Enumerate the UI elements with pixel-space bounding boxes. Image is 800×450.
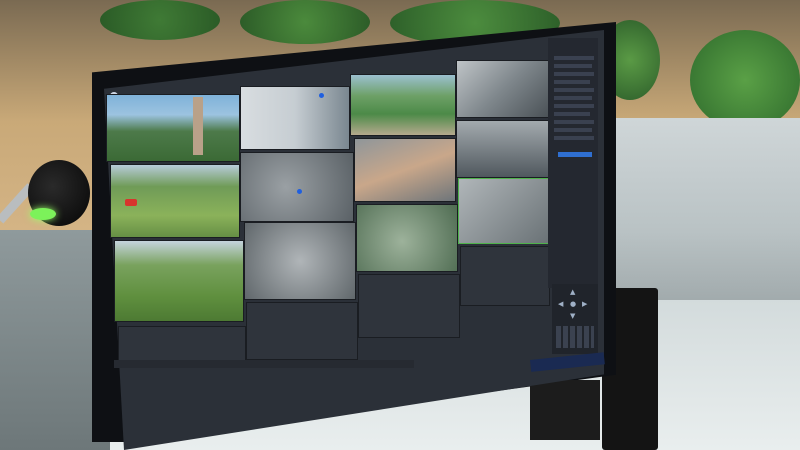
ptz-right-icon[interactable]: ▶ [582,300,587,308]
video-tile[interactable] [240,86,350,150]
bottom-toolbar [114,360,414,368]
video-tile[interactable] [354,138,456,202]
scene: ▲ ◀ ● ▶ ▼ [0,0,800,450]
tree-item[interactable] [554,104,594,108]
tree-item[interactable] [554,72,594,76]
tree-item[interactable] [554,88,594,92]
ptz-left-icon[interactable]: ◀ [558,300,563,308]
video-tile-empty[interactable] [246,302,358,360]
chimney-structure [193,97,203,155]
video-tile[interactable] [356,204,458,272]
microphone-led-ring [30,208,56,220]
ptz-down-icon[interactable]: ▼ [570,312,575,320]
ptz-up-icon[interactable]: ▲ [570,288,575,296]
tree-item[interactable] [554,136,594,140]
tree-item[interactable] [554,112,590,116]
ptz-center-icon[interactable]: ● [570,300,576,308]
video-tile-empty[interactable] [460,246,550,306]
video-tile[interactable] [110,164,240,238]
video-tile[interactable] [114,240,244,322]
tree-item[interactable] [554,96,592,100]
potted-plant [690,30,800,130]
potted-plant [100,0,220,40]
potted-plant [240,0,370,44]
tree-item[interactable] [554,120,594,124]
tree-item[interactable] [554,64,592,68]
video-tile[interactable] [350,74,456,136]
bottom-status-area [114,360,534,440]
window-railing [600,118,800,308]
monitor-stand [530,380,600,440]
video-tile-selected[interactable] [458,178,550,244]
ptz-button-grid[interactable] [556,326,594,348]
marker-dot [319,93,324,98]
vehicle-marker [125,199,137,206]
video-tile[interactable] [106,94,240,162]
device-tree-panel [548,38,598,288]
marker-dot [297,189,302,194]
tree-item[interactable] [554,56,594,60]
video-tile[interactable] [456,60,550,118]
tree-item[interactable] [554,80,590,84]
tree-item-active[interactable] [558,152,592,157]
ptz-control-panel: ▲ ◀ ● ▶ ▼ [552,284,598,354]
tree-item[interactable] [554,128,592,132]
video-tile[interactable] [244,222,356,300]
video-tile-empty[interactable] [358,274,460,338]
video-tile[interactable] [456,120,550,178]
video-tile[interactable] [240,152,354,222]
